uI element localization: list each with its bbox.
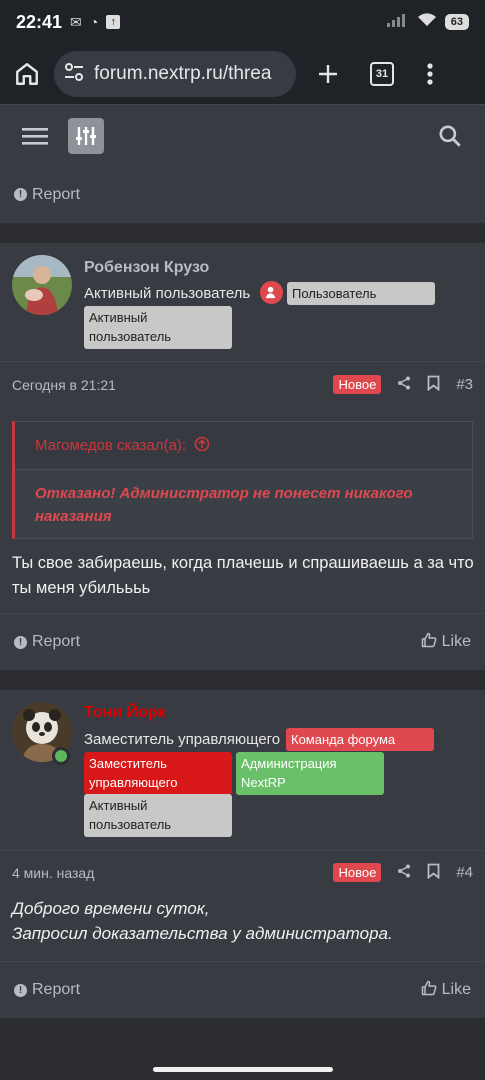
post-meta: Сегодня в 21:21 Новое #3 bbox=[0, 361, 485, 407]
new-badge: Новое bbox=[333, 375, 382, 394]
user-title: Активный пользователь bbox=[84, 285, 251, 302]
share-icon[interactable] bbox=[397, 864, 411, 881]
like-button[interactable]: Like bbox=[421, 632, 471, 653]
post-message: Ты свое забираешь, когда плачешь и спраш… bbox=[12, 554, 474, 597]
user-title: Заместитель управляющего bbox=[84, 731, 281, 748]
info-icon: ! bbox=[14, 188, 27, 201]
post-number[interactable]: #4 bbox=[456, 864, 473, 881]
user-role-icon bbox=[260, 281, 283, 304]
report-label: Report bbox=[32, 185, 81, 203]
like-label: Like bbox=[441, 633, 471, 650]
report-button[interactable]: ! Report bbox=[14, 186, 80, 204]
user-badge: Команда форума bbox=[286, 728, 434, 751]
post-card: ! Report bbox=[0, 166, 485, 223]
more-vert-icon[interactable] bbox=[426, 62, 434, 86]
like-icon bbox=[421, 632, 437, 653]
quote-block: Магомедов сказал(а): Отказано! Администр… bbox=[12, 421, 473, 539]
report-label: Report bbox=[32, 981, 81, 998]
post-date[interactable]: Сегодня в 21:21 bbox=[12, 377, 116, 393]
filter-icon[interactable] bbox=[68, 117, 104, 154]
info-icon: ! bbox=[14, 983, 27, 997]
gesture-nav-bar[interactable] bbox=[153, 1067, 333, 1072]
quote-header[interactable]: Магомедов сказал(а): bbox=[15, 422, 472, 470]
message-line: Доброго времени суток, bbox=[12, 899, 210, 918]
message-line: Запросил доказательства у администратора… bbox=[12, 924, 393, 943]
bookmark-icon[interactable] bbox=[427, 375, 440, 394]
post-card: Робензон Крузо Активный пользователь Пол… bbox=[0, 243, 485, 670]
bookmark-icon[interactable] bbox=[427, 863, 440, 882]
report-button[interactable]: ! Report bbox=[14, 633, 80, 651]
post-number[interactable]: #3 bbox=[456, 376, 473, 393]
info-icon: ! bbox=[14, 635, 27, 649]
signal-icon bbox=[386, 13, 409, 32]
upload-icon: ↑ bbox=[106, 15, 121, 29]
new-badge: Новое bbox=[333, 863, 382, 882]
user-badge: Активный пользователь bbox=[84, 306, 232, 349]
search-icon[interactable] bbox=[437, 123, 463, 149]
plus-icon[interactable] bbox=[316, 62, 340, 86]
status-time: 22:41 bbox=[16, 11, 63, 32]
quote-author: Магомедов сказал(а): bbox=[35, 437, 187, 454]
avatar[interactable] bbox=[12, 255, 72, 315]
report-label: Report bbox=[32, 633, 81, 650]
username[interactable]: Робензон Крузо bbox=[84, 259, 209, 277]
notification-icon: ✉ bbox=[70, 13, 82, 30]
url-bar[interactable]: forum.nextrp.ru/threa bbox=[54, 51, 296, 97]
user-badge: Администрация NextRP bbox=[236, 752, 384, 795]
battery-indicator: 63 bbox=[444, 14, 469, 30]
username[interactable]: Тони Йорк bbox=[84, 704, 166, 722]
wifi-icon bbox=[417, 12, 437, 32]
post-meta: 4 мин. назад Новое #4 bbox=[0, 850, 485, 894]
user-badge: Заместитель управляющего bbox=[84, 752, 232, 795]
tune-icon[interactable] bbox=[64, 62, 84, 87]
post-card: Тони Йорк Заместитель управляющего Коман… bbox=[0, 690, 485, 1018]
status-notification-icons: ✉ ◔ ↑ bbox=[70, 13, 121, 31]
menu-icon[interactable] bbox=[22, 126, 48, 146]
like-icon bbox=[421, 980, 437, 1001]
speed-icon: ◔ bbox=[89, 14, 99, 30]
site-header bbox=[0, 104, 485, 166]
share-icon[interactable] bbox=[397, 376, 411, 393]
user-badge: Активный пользователь bbox=[84, 794, 232, 837]
like-button[interactable]: Like bbox=[421, 980, 471, 1001]
url-text: forum.nextrp.ru/threa bbox=[94, 63, 272, 84]
arrow-up-circle-icon[interactable] bbox=[194, 436, 210, 456]
tab-switcher-icon[interactable]: 31 bbox=[370, 62, 394, 86]
status-bar: 22:41 ✉ ◔ ↑ 63 bbox=[0, 0, 485, 44]
quote-text: Отказано! Администратор не понесет никак… bbox=[35, 485, 413, 525]
browser-toolbar: forum.nextrp.ru/threa 31 bbox=[0, 44, 485, 104]
user-badge: Пользователь bbox=[287, 282, 435, 305]
home-icon[interactable] bbox=[14, 61, 40, 87]
post-date[interactable]: 4 мин. назад bbox=[12, 865, 94, 881]
online-indicator bbox=[52, 747, 70, 765]
post-message: Доброго времени суток, Запросил доказате… bbox=[12, 896, 482, 946]
like-label: Like bbox=[441, 981, 471, 998]
report-button[interactable]: ! Report bbox=[14, 981, 80, 999]
